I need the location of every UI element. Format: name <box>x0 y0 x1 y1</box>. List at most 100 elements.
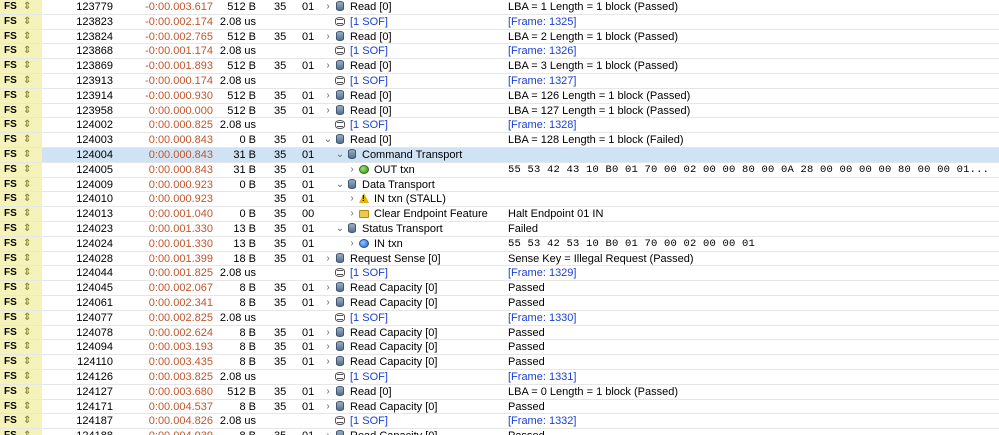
table-row[interactable]: FS ⇕ 123779 -0:00.003.617 512 B 35 01 › Read [0]… <box>0 0 999 15</box>
sof-icon <box>334 16 346 27</box>
sof-icon <box>334 267 346 278</box>
expand-chevron-icon[interactable]: › <box>346 237 358 251</box>
table-row[interactable]: FS ⇕ 123824 -0:00.002.765 512 B 35 01 › Read [0]… <box>0 29 999 45</box>
endpoint-cell: 01 <box>302 193 315 206</box>
summary-cell: Passed <box>508 429 999 435</box>
length-cell: 0 B <box>239 178 256 191</box>
collapse-chevron-icon[interactable]: ⌄ <box>322 133 334 147</box>
index-cell: 124188 <box>42 429 116 435</box>
expand-chevron-icon[interactable]: › <box>322 385 334 399</box>
expand-chevron-icon[interactable]: › <box>322 59 334 73</box>
index-cell: 124004 <box>76 148 113 161</box>
table-row[interactable]: FS ⇕ 124045 0:00.002.067 8 B 35 01 › Read Capaci… <box>0 281 999 296</box>
transaction-grid[interactable]: FS ⇕ 123779 -0:00.003.617 512 B 35 01 › Read [0]… <box>0 0 999 435</box>
speed-cell: FS ⇕ <box>0 162 42 177</box>
expand-chevron-icon[interactable]: › <box>322 355 334 369</box>
speed-label: FS <box>4 415 17 427</box>
table-row[interactable]: FS ⇕ 124010 0:00.000.923 35 01 › IN txn (STALL) <box>0 192 999 208</box>
record-cell: [1 SOF] <box>322 118 502 132</box>
index-cell: 124009 <box>76 178 113 191</box>
expand-chevron-icon[interactable]: › <box>322 296 334 310</box>
index-cell: 124126 <box>76 370 113 383</box>
table-row[interactable]: FS ⇕ 124028 0:00.001.399 18 B 35 01 › Request Se… <box>0 251 999 267</box>
table-row[interactable]: FS ⇕ 123958 0:00.000.000 512 B 35 01 › Read [0] L… <box>0 103 999 119</box>
expand-chevron-icon[interactable]: › <box>346 207 358 221</box>
table-row[interactable]: FS ⇕ 124127 0:00.003.680 512 B 35 01 › Read [0] L… <box>0 384 999 400</box>
record-cell: [1 SOF] <box>322 311 502 325</box>
collapse-chevron-icon[interactable]: ⌄ <box>334 148 346 162</box>
expand-chevron-icon[interactable]: › <box>322 281 334 295</box>
speed-cell: FS ⇕ <box>0 207 42 221</box>
table-row[interactable]: FS ⇕ 124013 0:00.001.040 0 B 35 00 › Clear Endpo… <box>0 207 999 222</box>
device-address-cell: 35 <box>274 178 287 191</box>
table-row[interactable]: FS ⇕ 123914 -0:00.000.930 512 B 35 01 › Read [0]… <box>0 88 999 104</box>
record-label: [1 SOF] <box>350 370 388 383</box>
table-row[interactable]: FS ⇕ 124044 0:00.001.825 2.08 us [1 SOF] [Fram… <box>0 266 999 282</box>
expand-chevron-icon[interactable]: › <box>346 163 358 177</box>
table-row[interactable]: FS ⇕ 124077 0:00.002.825 2.08 us [1 SOF] [Fram… <box>0 310 999 326</box>
expand-chevron-icon[interactable]: › <box>322 400 334 414</box>
disk-icon <box>334 356 346 367</box>
table-row[interactable]: FS ⇕ 124003 0:00.000.843 0 B 35 01 ⌄ Read [0] LBA… <box>0 133 999 148</box>
table-row[interactable]: FS ⇕ 124061 0:00.002.341 8 B 35 01 › Read Capaci… <box>0 295 999 311</box>
table-row[interactable]: FS ⇕ 123913 -0:00.000.174 2.08 us [1 SOF] [Fra… <box>0 73 999 89</box>
index-cell: 123824 <box>76 30 113 43</box>
speed-cell: FS ⇕ <box>0 192 42 207</box>
table-row[interactable]: FS ⇕ 124078 0:00.002.624 8 B 35 01 › Read Capaci… <box>0 325 999 341</box>
length-cell: 2.08 us <box>219 311 256 324</box>
device-address-cell <box>272 44 294 58</box>
time-cell: 0:00.000.843 <box>148 148 213 161</box>
direction-arrows-icon: ⇕ <box>23 429 31 435</box>
table-row[interactable]: FS ⇕ 124110 0:00.003.435 8 B 35 01 › Read Capaci… <box>0 355 999 370</box>
direction-arrows-icon: ⇕ <box>23 60 32 72</box>
table-row[interactable]: FS ⇕ 123869 -0:00.001.893 512 B 35 01 › Read [0]… <box>0 59 999 74</box>
record-label: Read [0] <box>350 1 392 13</box>
table-row[interactable]: FS ⇕ 124009 0:00.000.923 0 B 35 01 ⌄ Data Transp… <box>0 177 999 193</box>
table-row[interactable]: FS ⇕ 1241880:00.004.9398 B 35 01› Read Capaci… <box>0 429 999 435</box>
expand-chevron-icon[interactable]: › <box>322 0 334 14</box>
speed-cell: FS ⇕ <box>0 399 42 414</box>
table-row[interactable]: FS ⇕ 123868 -0:00.001.174 2.08 us [1 SOF] [Fra… <box>0 44 999 60</box>
table-row[interactable]: FS ⇕ 124004 0:00.000.843 31 B 35 01 ⌄ Command Tr… <box>0 147 999 163</box>
expand-chevron-icon[interactable]: › <box>322 326 334 340</box>
expand-chevron-icon[interactable]: › <box>346 192 358 206</box>
direction-arrows-icon: ⇕ <box>23 30 32 42</box>
record-label: OUT txn <box>374 163 415 176</box>
expand-chevron-icon[interactable]: › <box>322 30 334 44</box>
table-row[interactable]: FS ⇕ 124171 0:00.004.537 8 B 35 01 › Read Capaci… <box>0 399 999 415</box>
table-row[interactable]: FS ⇕ 124126 0:00.003.825 2.08 us [1 SOF] [Fram… <box>0 369 999 385</box>
record-cell: [1 SOF] <box>322 370 502 384</box>
collapse-chevron-icon[interactable]: ⌄ <box>334 222 346 236</box>
endpoint-cell: 01 <box>302 30 315 43</box>
index-cell: 124028 <box>76 252 113 265</box>
record-cell: › Read [0] <box>322 385 502 399</box>
expand-chevron-icon[interactable]: › <box>322 89 334 103</box>
time-cell: 0:00.001.330 <box>148 222 213 235</box>
device-address-cell: 35 <box>274 30 287 43</box>
table-row[interactable]: FS ⇕ 124005 0:00.000.843 31 B 35 01 › OUT txn 55 … <box>0 162 999 178</box>
length-cell: 8 B <box>239 282 256 295</box>
summary-cell: Passed <box>508 400 545 413</box>
table-row[interactable]: FS ⇕ 123823 -0:00.002.174 2.08 us [1 SOF] [Fra… <box>0 14 999 30</box>
disk-icon <box>334 134 346 145</box>
expand-chevron-icon[interactable]: › <box>322 340 334 354</box>
index-cell: 124005 <box>76 163 113 176</box>
expand-chevron-icon[interactable]: › <box>322 252 334 266</box>
device-address-cell: 35 <box>274 326 287 339</box>
collapse-chevron-icon[interactable]: ⌄ <box>334 178 346 192</box>
table-row[interactable]: FS ⇕ 124187 0:00.004.826 2.08 us [1 SOF] [Fram… <box>0 414 999 430</box>
endpoint-cell <box>300 311 322 325</box>
table-row[interactable]: FS ⇕ 124094 0:00.003.193 8 B 35 01 › Read Capaci… <box>0 340 999 356</box>
length-cell: 0 B <box>239 208 256 221</box>
direction-arrows-icon: ⇕ <box>23 237 32 249</box>
summary-cell: LBA = 0 Length = 1 block (Passed) <box>508 385 679 398</box>
table-row[interactable]: FS ⇕ 124023 0:00.001.330 13 B 35 01 ⌄ Status Tra… <box>0 221 999 237</box>
table-row[interactable]: FS ⇕ 124024 0:00.001.330 13 B 35 01 › IN txn 55 5… <box>0 236 999 252</box>
direction-arrows-icon: ⇕ <box>23 74 32 86</box>
table-row[interactable]: FS ⇕ 124002 0:00.000.825 2.08 us [1 SOF] [Fram… <box>0 118 999 134</box>
device-address-cell <box>272 15 294 29</box>
record-label: Request Sense [0] <box>350 252 441 265</box>
expand-chevron-icon[interactable]: › <box>322 429 334 435</box>
expand-chevron-icon[interactable]: › <box>322 104 334 118</box>
time-cell: -0:00.000.930 <box>145 89 213 102</box>
